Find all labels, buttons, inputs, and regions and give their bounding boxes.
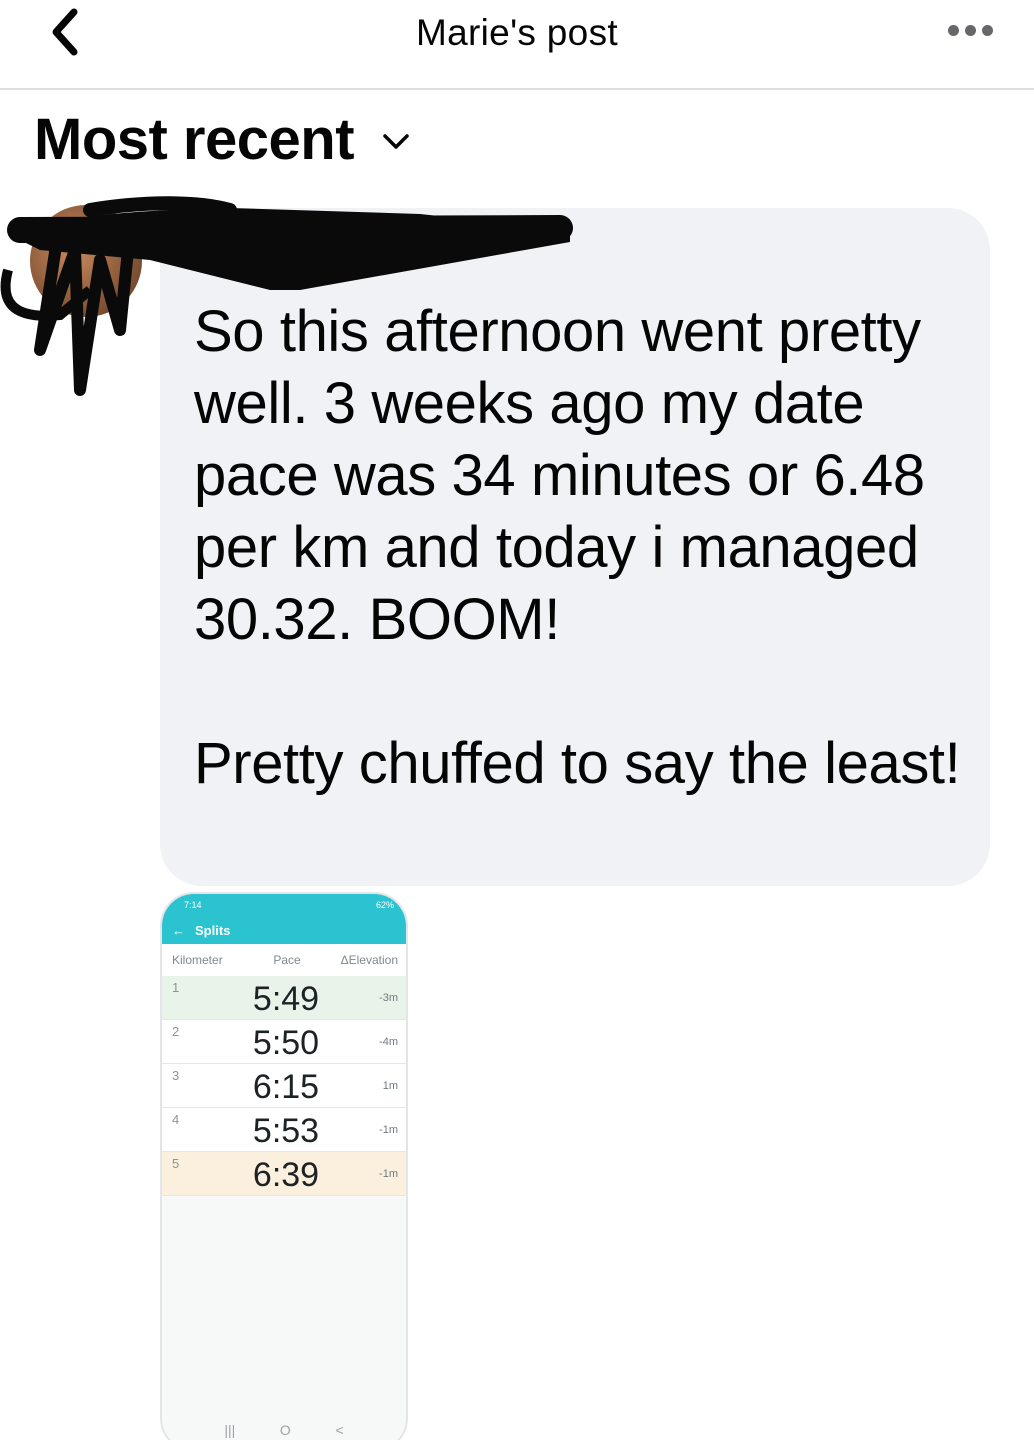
status-battery: 62% bbox=[375, 900, 394, 910]
more-dot bbox=[981, 24, 993, 36]
table-row: 3 6:15 1m bbox=[162, 1064, 406, 1108]
column-header: Pace bbox=[273, 953, 301, 967]
table-row: 4 5:53 -1m bbox=[162, 1108, 406, 1152]
pace-cell: 6:39 bbox=[252, 1156, 320, 1194]
android-nav-bar: ||| O < bbox=[162, 1416, 406, 1440]
status-time: 7:14 bbox=[184, 900, 202, 910]
comment-paragraph: Pretty chuffed to say the least! bbox=[194, 731, 961, 796]
more-options-button[interactable] bbox=[940, 12, 1000, 48]
page-title: Marie's post bbox=[416, 12, 618, 53]
pace-cell: 5:49 bbox=[252, 980, 320, 1018]
back-icon: < bbox=[335, 1422, 344, 1438]
elevation-cell: -1m bbox=[379, 1124, 398, 1136]
sort-dropdown[interactable]: Most recent bbox=[34, 104, 410, 174]
km-cell: 5 bbox=[172, 1156, 180, 1171]
comment-text: So this afternoon went pretty well. 3 we… bbox=[194, 296, 974, 800]
comment-author[interactable]: Mike bbox=[196, 236, 285, 281]
km-cell: 3 bbox=[172, 1068, 180, 1083]
arrow-left-icon: ← bbox=[172, 922, 185, 938]
km-cell: 2 bbox=[172, 1024, 180, 1039]
status-bar: 7:14 62% bbox=[162, 894, 406, 916]
splits-app-bar: ← Splits bbox=[162, 916, 406, 944]
elevation-cell: -3m bbox=[379, 992, 398, 1004]
chevron-down-icon bbox=[383, 134, 409, 149]
avatar[interactable] bbox=[30, 205, 142, 317]
attached-image[interactable]: 7:14 62% ← Splits Kilometer Pace ΔElevat… bbox=[160, 892, 408, 1440]
comment-paragraph: So this afternoon went pretty well. 3 we… bbox=[194, 299, 925, 652]
recents-icon: ||| bbox=[224, 1422, 236, 1438]
column-header: ΔElevation bbox=[340, 953, 398, 967]
elevation-cell: 1m bbox=[382, 1080, 398, 1092]
pace-cell: 6:15 bbox=[252, 1068, 320, 1106]
column-header: Kilometer bbox=[172, 953, 223, 967]
splits-title: Splits bbox=[195, 922, 231, 938]
elevation-cell: -1m bbox=[379, 1168, 398, 1180]
sort-label: Most recent bbox=[34, 106, 355, 172]
km-cell: 1 bbox=[172, 980, 180, 995]
home-icon: O bbox=[279, 1422, 291, 1438]
pace-cell: 5:53 bbox=[252, 1112, 320, 1150]
more-dot bbox=[964, 24, 976, 36]
elevation-cell: -4m bbox=[379, 1036, 398, 1048]
pace-cell: 5:50 bbox=[252, 1024, 320, 1062]
more-horizontal-icon bbox=[947, 24, 959, 36]
splits-header: Kilometer Pace ΔElevation bbox=[162, 944, 406, 976]
top-bar: Marie's post bbox=[0, 0, 1034, 90]
km-cell: 4 bbox=[172, 1112, 180, 1127]
table-row: 1 5:49 -3m bbox=[162, 976, 406, 1020]
table-row: 5 6:39 -1m bbox=[162, 1152, 406, 1196]
table-row: 2 5:50 -4m bbox=[162, 1020, 406, 1064]
